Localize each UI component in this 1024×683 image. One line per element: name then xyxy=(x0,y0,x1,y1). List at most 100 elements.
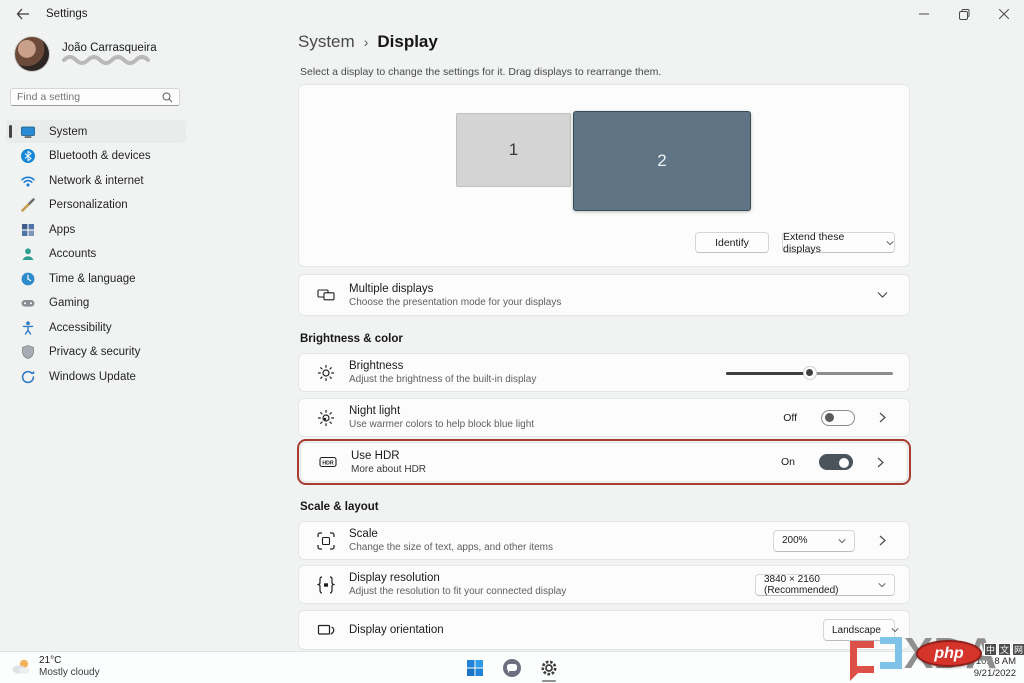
gear-icon xyxy=(539,658,559,678)
more-about-hdr-link[interactable]: More about HDR xyxy=(351,464,767,475)
chevron-right-icon[interactable] xyxy=(869,412,895,423)
sidebar-item-gaming[interactable]: Gaming xyxy=(6,292,186,315)
sidebar-item-system[interactable]: System xyxy=(6,120,186,143)
sidebar-item-label: Accessibility xyxy=(49,322,112,334)
user-profile[interactable]: João Carrasqueira xyxy=(14,36,162,72)
search-box[interactable] xyxy=(10,88,180,106)
sidebar-item-windows-update[interactable]: Windows Update xyxy=(6,365,186,388)
back-button[interactable] xyxy=(8,2,38,26)
chat-button[interactable] xyxy=(500,656,524,680)
main-content: System › Display Select a display to cha… xyxy=(298,28,910,683)
taskbar-clock[interactable]: 10:18 AM 9/21/2022 xyxy=(974,656,1016,681)
sidebar-item-accounts[interactable]: Accounts xyxy=(6,243,186,266)
minimize-button[interactable] xyxy=(904,0,944,28)
chevron-right-icon[interactable] xyxy=(869,535,895,546)
chevron-down-icon xyxy=(838,538,846,544)
chat-icon xyxy=(502,658,522,678)
bluetooth-icon xyxy=(20,148,36,164)
row-title: Night light xyxy=(349,405,769,417)
scale-value: 200% xyxy=(782,535,808,546)
display-resolution-row: Display resolution Adjust the resolution… xyxy=(298,565,910,604)
monitor-1[interactable]: 1 xyxy=(456,113,571,187)
monitor-1-label: 1 xyxy=(509,140,518,160)
monitor-2[interactable]: 2 xyxy=(573,111,751,211)
hdr-icon: HDR xyxy=(319,453,337,471)
page-subtitle: Select a display to change the settings … xyxy=(300,66,661,78)
restore-button[interactable] xyxy=(944,0,984,28)
orientation-dropdown[interactable]: Landscape xyxy=(823,619,895,641)
night-light-state: Off xyxy=(783,412,797,424)
clock-globe-icon xyxy=(20,271,36,287)
sidebar-item-label: Network & internet xyxy=(49,175,144,187)
sidebar-item-label: System xyxy=(49,126,87,138)
accessibility-icon xyxy=(20,320,36,336)
app-title: Settings xyxy=(46,8,88,20)
brightness-slider[interactable] xyxy=(726,366,893,380)
multiple-displays-icon xyxy=(317,286,335,304)
chevron-down-icon xyxy=(886,240,894,246)
brightness-slider-thumb[interactable] xyxy=(803,366,817,380)
sidebar-item-label: Apps xyxy=(49,224,75,236)
identify-label: Identify xyxy=(715,237,749,249)
person-icon xyxy=(20,246,36,262)
orientation-icon xyxy=(317,621,335,639)
monitor-2-label: 2 xyxy=(657,151,666,171)
hdr-toggle[interactable] xyxy=(819,454,853,470)
sidebar-item-label: Accounts xyxy=(49,248,96,260)
orientation-value: Landscape xyxy=(832,625,881,636)
system-icon xyxy=(20,124,36,140)
sidebar-nav: System Bluetooth & devices Network & int… xyxy=(6,120,186,390)
multiple-displays-row[interactable]: Multiple displays Choose the presentatio… xyxy=(298,274,910,316)
update-icon xyxy=(20,369,36,385)
row-desc: Adjust the resolution to fit your connec… xyxy=(349,586,741,597)
apps-grid-icon xyxy=(20,222,36,238)
brightness-sun-icon xyxy=(317,364,335,382)
sidebar-item-accessibility[interactable]: Accessibility xyxy=(6,316,186,339)
resolution-value: 3840 × 2160 (Recommended) xyxy=(764,574,868,596)
row-desc: Use warmer colors to help block blue lig… xyxy=(349,419,769,430)
row-desc: Adjust the brightness of the built-in di… xyxy=(349,374,712,385)
extend-displays-dropdown[interactable]: Extend these displays xyxy=(782,232,895,253)
extend-label: Extend these displays xyxy=(783,231,878,255)
scale-dropdown[interactable]: 200% xyxy=(773,530,855,552)
close-button[interactable] xyxy=(984,0,1024,28)
window-controls xyxy=(904,0,1024,28)
start-button[interactable] xyxy=(463,656,487,680)
sidebar-item-time-language[interactable]: Time & language xyxy=(6,267,186,290)
gamepad-icon xyxy=(20,295,36,311)
night-light-row[interactable]: Night light Use warmer colors to help bl… xyxy=(298,398,910,437)
toggle-knob xyxy=(825,413,834,422)
use-hdr-row[interactable]: HDR Use HDR More about HDR On xyxy=(300,442,908,482)
shield-icon xyxy=(20,344,36,360)
resolution-dropdown[interactable]: 3840 × 2160 (Recommended) xyxy=(755,574,895,596)
sidebar-item-bluetooth-devices[interactable]: Bluetooth & devices xyxy=(6,145,186,168)
scale-row[interactable]: Scale Change the size of text, apps, and… xyxy=(298,521,910,560)
search-input[interactable] xyxy=(17,91,162,103)
sidebar-item-label: Personalization xyxy=(49,199,128,211)
hdr-state: On xyxy=(781,456,795,468)
sidebar-item-privacy-security[interactable]: Privacy & security xyxy=(6,341,186,364)
scale-icon xyxy=(317,532,335,550)
display-orientation-row: Display orientation Landscape xyxy=(298,610,910,650)
breadcrumb-parent[interactable]: System xyxy=(298,32,355,52)
windows-logo-icon xyxy=(466,659,484,677)
selection-indicator xyxy=(9,125,12,138)
identify-button[interactable]: Identify xyxy=(695,232,769,253)
sidebar-item-personalization[interactable]: Personalization xyxy=(6,194,186,217)
sidebar-item-network-internet[interactable]: Network & internet xyxy=(6,169,186,192)
taskbar: 21°C Mostly cloudy 10:18 AM 9/21/2022 xyxy=(0,651,1024,683)
clock-date: 9/21/2022 xyxy=(974,668,1016,680)
night-light-toggle[interactable] xyxy=(821,410,855,426)
sidebar-item-apps[interactable]: Apps xyxy=(6,218,186,241)
breadcrumb: System › Display xyxy=(298,32,438,52)
row-title: Use HDR xyxy=(351,450,767,462)
breadcrumb-separator: › xyxy=(364,34,369,50)
expand-chevron-icon[interactable] xyxy=(869,291,895,299)
user-name: João Carrasqueira xyxy=(62,42,162,54)
settings-taskbar-button[interactable] xyxy=(537,656,561,680)
search-icon xyxy=(162,92,173,103)
brightness-slider-fill xyxy=(726,372,810,375)
chevron-right-icon[interactable] xyxy=(867,457,893,468)
row-title: Display orientation xyxy=(349,624,809,636)
minimize-icon xyxy=(919,9,929,19)
